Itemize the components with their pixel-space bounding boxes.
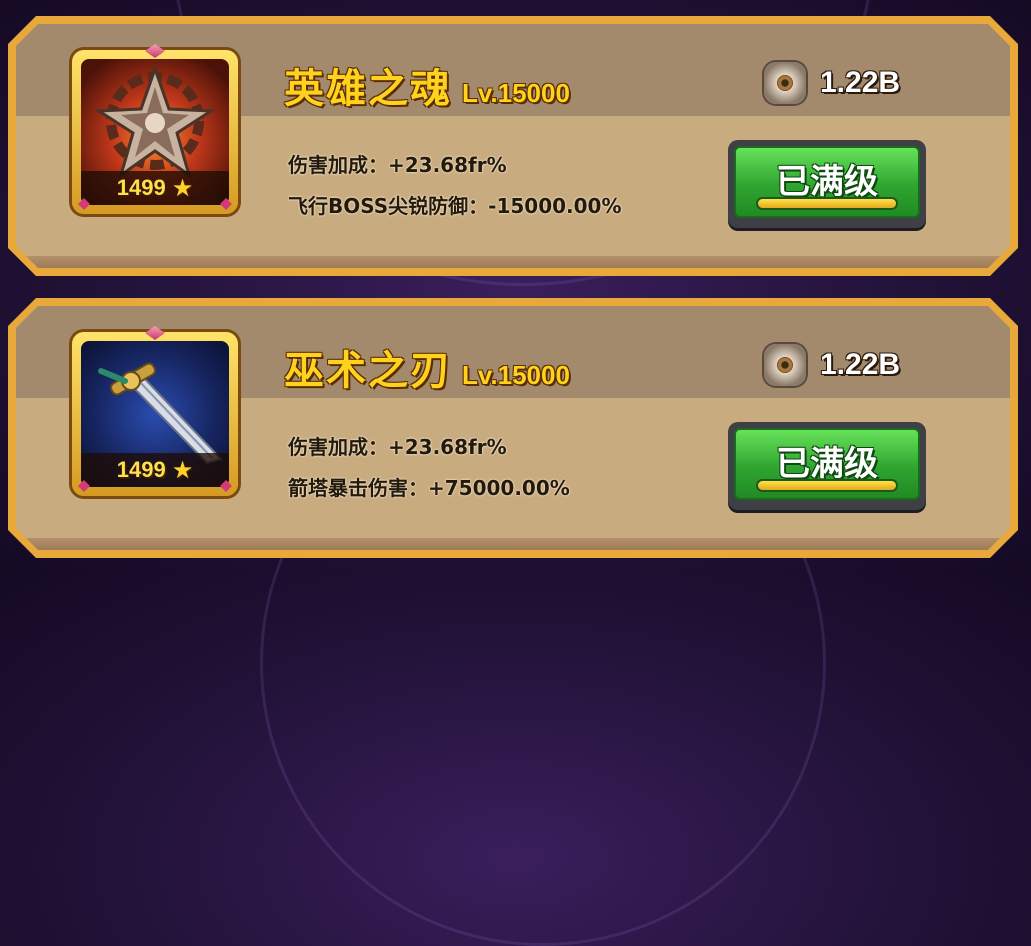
skill-title: 巫术之刃 Lv.15000 [284,338,570,396]
max-level-button-face: 已满级 [734,146,920,218]
progress-bar [758,199,896,208]
max-level-label: 已满级 [776,444,878,484]
skill-icon-frame[interactable]: 1499 ★ [72,44,238,214]
skill-name: 英雄之魂 [284,66,452,112]
sorcery-blade-icon: 1499 ★ [81,341,229,487]
star-icon: ★ [171,174,194,202]
hero-soul-icon: 1499 ★ [81,59,229,205]
skill-card-hero-soul: 1499 ★ 英雄之魂 Lv.15000 伤害加成：+23.68fr% 飞行BO… [8,16,1018,276]
skill-card-sorcery-blade: 1499 ★ 巫术之刃 Lv.15000 伤害加成：+23.68fr% 箭塔暴击… [8,298,1018,558]
skill-level: Lv.15000 [462,78,570,108]
star-icon: ★ [171,456,194,484]
upgrade-cost: 1.22B [764,344,900,386]
stat-line: 伤害加成：+23.68fr% [288,435,507,459]
progress-bar [758,481,896,490]
star-count-badge: 1499 ★ [81,453,229,487]
skill-name: 巫术之刃 [284,348,452,394]
upgrade-cost: 1.22B [764,62,900,104]
max-level-button-face: 已满级 [734,428,920,500]
max-level-button[interactable]: 已满级 [728,422,926,510]
max-level-label: 已满级 [776,162,878,202]
star-count-badge: 1499 ★ [81,171,229,205]
stat-line: 伤害加成：+23.68fr% [288,153,507,177]
stat-line: 箭塔暴击伤害：+75000.00% [288,476,570,500]
cost-value: 1.22B [820,66,901,99]
skill-icon-frame[interactable]: 1499 ★ [72,326,238,496]
gear-material-icon [764,62,806,104]
gear-material-icon [764,344,806,386]
star-count: 1499 [116,457,166,482]
stat-line: 飞行BOSS尖锐防御：-15000.00% [288,194,622,218]
star-count: 1499 [116,175,166,200]
max-level-button[interactable]: 已满级 [728,140,926,228]
skill-level: Lv.15000 [462,360,570,390]
skill-title: 英雄之魂 Lv.15000 [284,56,570,114]
cost-value: 1.22B [820,348,901,381]
